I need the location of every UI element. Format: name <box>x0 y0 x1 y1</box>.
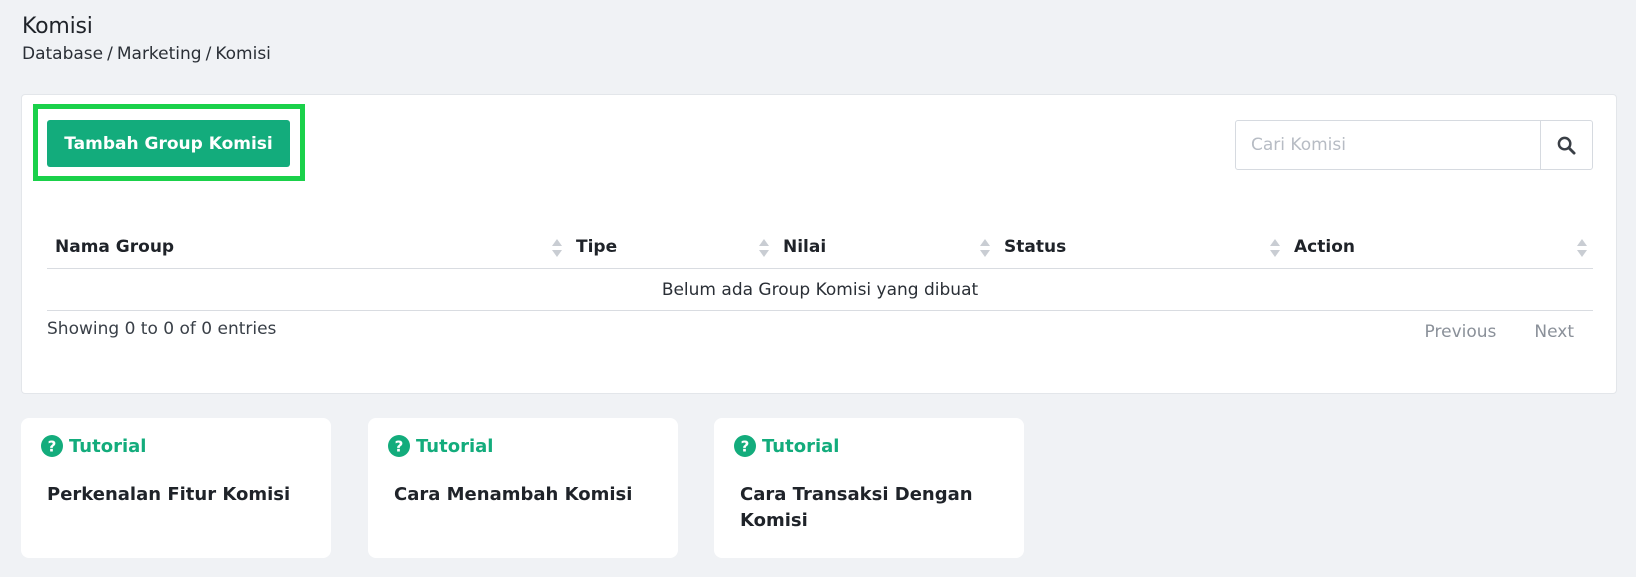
column-label: Nama Group <box>55 236 175 257</box>
pagination-previous-button[interactable]: Previous <box>1425 322 1497 342</box>
sort-icon <box>1577 239 1587 257</box>
sort-icon <box>980 239 990 257</box>
search-box <box>1235 120 1593 170</box>
breadcrumb-item-database[interactable]: Database <box>22 44 103 64</box>
komisi-table: Nama Group Tipe Nilai Status Action Belu… <box>47 225 1593 311</box>
tutorial-label: Tutorial <box>762 435 840 457</box>
tutorial-title: Cara Menambah Komisi <box>394 484 633 505</box>
sort-icon <box>552 239 562 257</box>
komisi-card: Tambah Group Komisi Nama Group Tipe Nila… <box>21 94 1617 394</box>
table-info: Showing 0 to 0 of 0 entries <box>47 319 277 339</box>
breadcrumb-item-komisi: Komisi <box>215 44 271 64</box>
question-circle-icon: ? <box>734 435 756 457</box>
tutorial-card-cara-menambah-komisi[interactable]: ? Tutorial Cara Menambah Komisi <box>368 418 678 558</box>
breadcrumb-separator: / <box>107 44 113 64</box>
breadcrumb: Database / Marketing / Komisi <box>22 44 271 64</box>
search-button[interactable] <box>1540 121 1592 169</box>
table-header: Nama Group Tipe Nilai Status Action <box>47 225 1593 269</box>
pagination: Previous Next <box>1425 322 1574 342</box>
column-header-status[interactable]: Status <box>996 225 1286 268</box>
pagination-next-button[interactable]: Next <box>1534 322 1574 342</box>
tutorial-header: ? Tutorial <box>388 435 493 457</box>
tutorial-title: Cara Transaksi Dengan Komisi <box>740 484 973 531</box>
sort-icon <box>759 239 769 257</box>
tutorial-header: ? Tutorial <box>41 435 146 457</box>
column-label: Tipe <box>576 236 618 257</box>
sort-icon <box>1270 239 1280 257</box>
column-label: Nilai <box>783 236 827 257</box>
question-circle-icon: ? <box>41 435 63 457</box>
table-empty-message: Belum ada Group Komisi yang dibuat <box>47 269 1593 311</box>
page-header: Komisi Database / Marketing / Komisi <box>22 14 271 64</box>
tutorial-card-cara-transaksi-dengan-komisi[interactable]: ? Tutorial Cara Transaksi Dengan Komisi <box>714 418 1024 558</box>
column-header-action[interactable]: Action <box>1286 225 1593 268</box>
column-label: Status <box>1004 236 1067 257</box>
page-title: Komisi <box>22 14 93 39</box>
svg-text:?: ? <box>741 438 750 456</box>
tutorial-header: ? Tutorial <box>734 435 839 457</box>
search-input[interactable] <box>1236 121 1540 169</box>
add-group-komisi-button[interactable]: Tambah Group Komisi <box>47 120 290 167</box>
tutorial-label: Tutorial <box>69 435 147 457</box>
tutorial-card-perkenalan-fitur-komisi[interactable]: ? Tutorial Perkenalan Fitur Komisi <box>21 418 331 558</box>
column-label: Action <box>1294 236 1355 257</box>
question-circle-icon: ? <box>388 435 410 457</box>
breadcrumb-item-marketing[interactable]: Marketing <box>117 44 202 64</box>
search-icon <box>1557 136 1576 155</box>
breadcrumb-separator: / <box>205 44 212 64</box>
tutorial-label: Tutorial <box>416 435 494 457</box>
column-header-tipe[interactable]: Tipe <box>568 225 775 268</box>
svg-text:?: ? <box>395 438 404 456</box>
svg-text:?: ? <box>48 438 57 456</box>
column-header-nama-group[interactable]: Nama Group <box>47 225 568 268</box>
column-header-nilai[interactable]: Nilai <box>775 225 996 268</box>
tutorial-title: Perkenalan Fitur Komisi <box>47 484 291 505</box>
